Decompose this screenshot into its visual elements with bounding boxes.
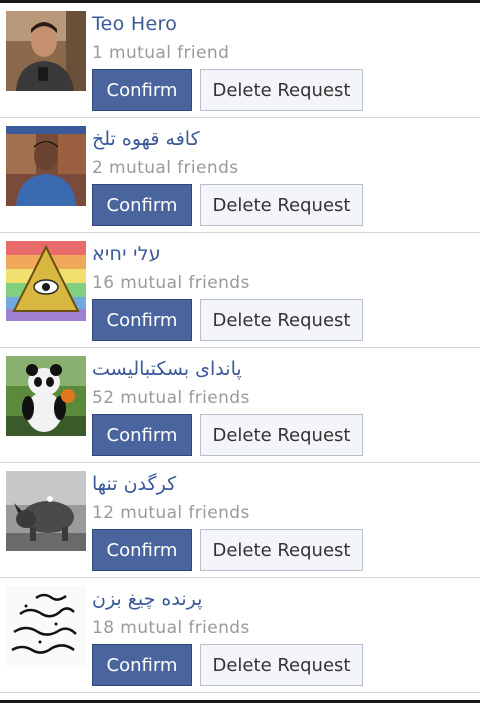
mutual-friends-count[interactable]: 1 mutual friend bbox=[92, 43, 229, 63]
friend-request-row: پرنده چیغ بزن 18 mutual friends Confirm … bbox=[0, 578, 480, 693]
delete-request-button[interactable]: Delete Request bbox=[200, 414, 363, 456]
profile-photo-panda-icon bbox=[6, 356, 86, 436]
profile-photo-eye-pyramid-icon bbox=[6, 241, 86, 321]
friend-name[interactable]: کرگدن تنها bbox=[92, 473, 176, 495]
friend-name[interactable]: پاندای بسکتبالیست bbox=[92, 358, 242, 380]
mutual-friends-count[interactable]: 18 mutual friends bbox=[92, 618, 250, 638]
friend-name[interactable]: کافه قهوه تلخ bbox=[92, 128, 200, 150]
friend-request-row: کافه قهوه تلخ 2 mutual friends Confirm D… bbox=[0, 118, 480, 233]
avatar[interactable] bbox=[6, 586, 86, 666]
mutual-friends-count[interactable]: 52 mutual friends bbox=[92, 388, 250, 408]
delete-request-button[interactable]: Delete Request bbox=[200, 299, 363, 341]
confirm-button[interactable]: Confirm bbox=[92, 414, 192, 456]
avatar[interactable] bbox=[6, 471, 86, 551]
profile-photo-rhino-icon bbox=[6, 471, 86, 551]
confirm-button[interactable]: Confirm bbox=[92, 644, 192, 686]
confirm-button[interactable]: Confirm bbox=[92, 299, 192, 341]
delete-request-button[interactable]: Delete Request bbox=[200, 184, 363, 226]
profile-photo-man-selfie-icon bbox=[6, 11, 86, 91]
confirm-button[interactable]: Confirm bbox=[92, 184, 192, 226]
friend-request-list: Teo Hero 1 mutual friend Confirm Delete … bbox=[0, 3, 480, 693]
avatar[interactable] bbox=[6, 126, 86, 206]
friend-request-row: עלי יחיא 16 mutual friends Confirm Delet… bbox=[0, 233, 480, 348]
avatar[interactable] bbox=[6, 356, 86, 436]
confirm-button[interactable]: Confirm bbox=[92, 529, 192, 571]
avatar[interactable] bbox=[6, 11, 86, 91]
friend-request-row: کرگدن تنها 12 mutual friends Confirm Del… bbox=[0, 463, 480, 578]
delete-request-button[interactable]: Delete Request bbox=[200, 529, 363, 571]
mutual-friends-count[interactable]: 2 mutual friends bbox=[92, 158, 239, 178]
mutual-friends-count[interactable]: 16 mutual friends bbox=[92, 273, 250, 293]
friend-name[interactable]: پرنده چیغ بزن bbox=[92, 588, 202, 610]
delete-request-button[interactable]: Delete Request bbox=[200, 644, 363, 686]
confirm-button[interactable]: Confirm bbox=[92, 69, 192, 111]
friend-name[interactable]: עלי יחיא bbox=[92, 243, 161, 265]
friend-request-row: پاندای بسکتبالیست 52 mutual friends Conf… bbox=[0, 348, 480, 463]
profile-photo-handwritten-text-icon bbox=[6, 586, 86, 666]
friend-request-row: Teo Hero 1 mutual friend Confirm Delete … bbox=[0, 3, 480, 118]
friend-name[interactable]: Teo Hero bbox=[92, 13, 177, 35]
mutual-friends-count[interactable]: 12 mutual friends bbox=[92, 503, 250, 523]
profile-photo-man-icon bbox=[6, 126, 86, 206]
avatar[interactable] bbox=[6, 241, 86, 321]
delete-request-button[interactable]: Delete Request bbox=[200, 69, 363, 111]
